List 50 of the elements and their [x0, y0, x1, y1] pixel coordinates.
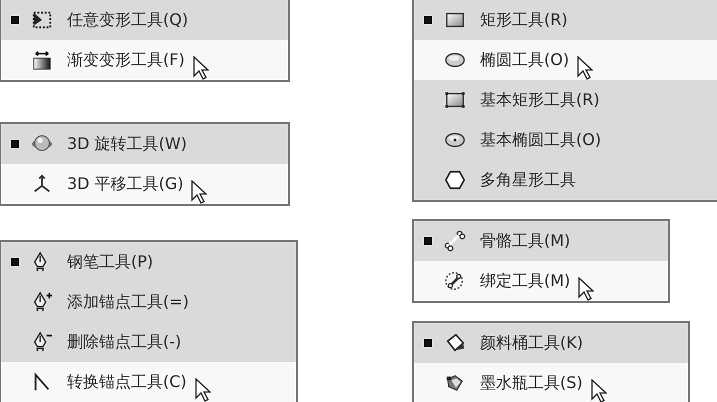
gradient-box-icon: [31, 49, 53, 71]
menu-item-label: 椭圆工具(O): [480, 50, 570, 70]
menu-item-label: 转换锚点工具(C): [67, 372, 187, 392]
menu-item[interactable]: 矩形工具(R): [414, 0, 717, 40]
rectangle-icon: [444, 89, 466, 111]
menu-item-label: 基本矩形工具(R): [480, 90, 600, 110]
menu-item[interactable]: 基本矩形工具(R): [414, 80, 717, 120]
menu-item[interactable]: 添加锚点工具(=): [1, 282, 296, 322]
menu-item[interactable]: 3D 旋转工具(W): [1, 124, 288, 164]
menu-item-label: 基本椭圆工具(O): [480, 130, 602, 150]
menu-item[interactable]: 基本椭圆工具(O): [414, 120, 717, 160]
menu-item[interactable]: 颜料桶工具(K): [414, 323, 688, 363]
hexagon-icon: [444, 169, 466, 191]
menu-item[interactable]: 骨骼工具(M): [414, 221, 668, 261]
menu-item[interactable]: 删除锚点工具(-): [1, 322, 296, 362]
pen-minus-icon: [31, 331, 53, 353]
cursor-icon: [578, 277, 594, 301]
menu-item[interactable]: 渐变变形工具(F): [1, 40, 288, 80]
menu-item-label: 墨水瓶工具(S): [480, 372, 583, 394]
cursor-icon: [194, 378, 211, 402]
menu-item-label: 多角星形工具: [480, 170, 576, 190]
menu-item-label: 矩形工具(R): [480, 10, 568, 30]
axes-icon: [31, 173, 53, 195]
menu-item[interactable]: 椭圆工具(O): [414, 40, 717, 80]
menu-item[interactable]: 墨水瓶工具(S): [414, 363, 688, 402]
cursor-icon: [192, 56, 209, 80]
bucket-icon: [444, 332, 466, 354]
bone-icon: [444, 230, 466, 252]
menu-item-label: 3D 旋转工具(W): [67, 134, 187, 154]
cursor-icon: [590, 379, 607, 402]
menu-item-label: 颜料桶工具(K): [480, 332, 583, 354]
menu-item[interactable]: 任意变形工具(Q): [1, 0, 288, 40]
menu-item-label: 3D 平移工具(G): [67, 174, 184, 194]
menu-item[interactable]: 3D 平移工具(G): [1, 164, 288, 204]
transform-icon: [31, 9, 53, 31]
cursor-icon: [577, 56, 594, 80]
menu-item[interactable]: 转换锚点工具(C): [1, 362, 296, 402]
menu-item[interactable]: 多角星形工具: [414, 160, 717, 200]
bone-icon: [444, 270, 466, 292]
cursor-icon: [191, 180, 208, 204]
menu-item-label: 骨骼工具(M): [480, 230, 570, 252]
menu-item-label: 任意变形工具(Q): [67, 10, 188, 30]
menu-item[interactable]: 钢笔工具(P): [1, 242, 296, 282]
pen-plus-icon: [31, 291, 53, 313]
menu-item-label: 添加锚点工具(=): [67, 292, 189, 312]
menu-item-label: 渐变变形工具(F): [67, 50, 185, 70]
menu-item-label: 删除锚点工具(-): [67, 332, 182, 352]
menu-item-label: 绑定工具(M): [480, 270, 570, 292]
menu-item[interactable]: 绑定工具(M): [414, 261, 668, 301]
menu-item-label: 钢笔工具(P): [67, 252, 154, 272]
